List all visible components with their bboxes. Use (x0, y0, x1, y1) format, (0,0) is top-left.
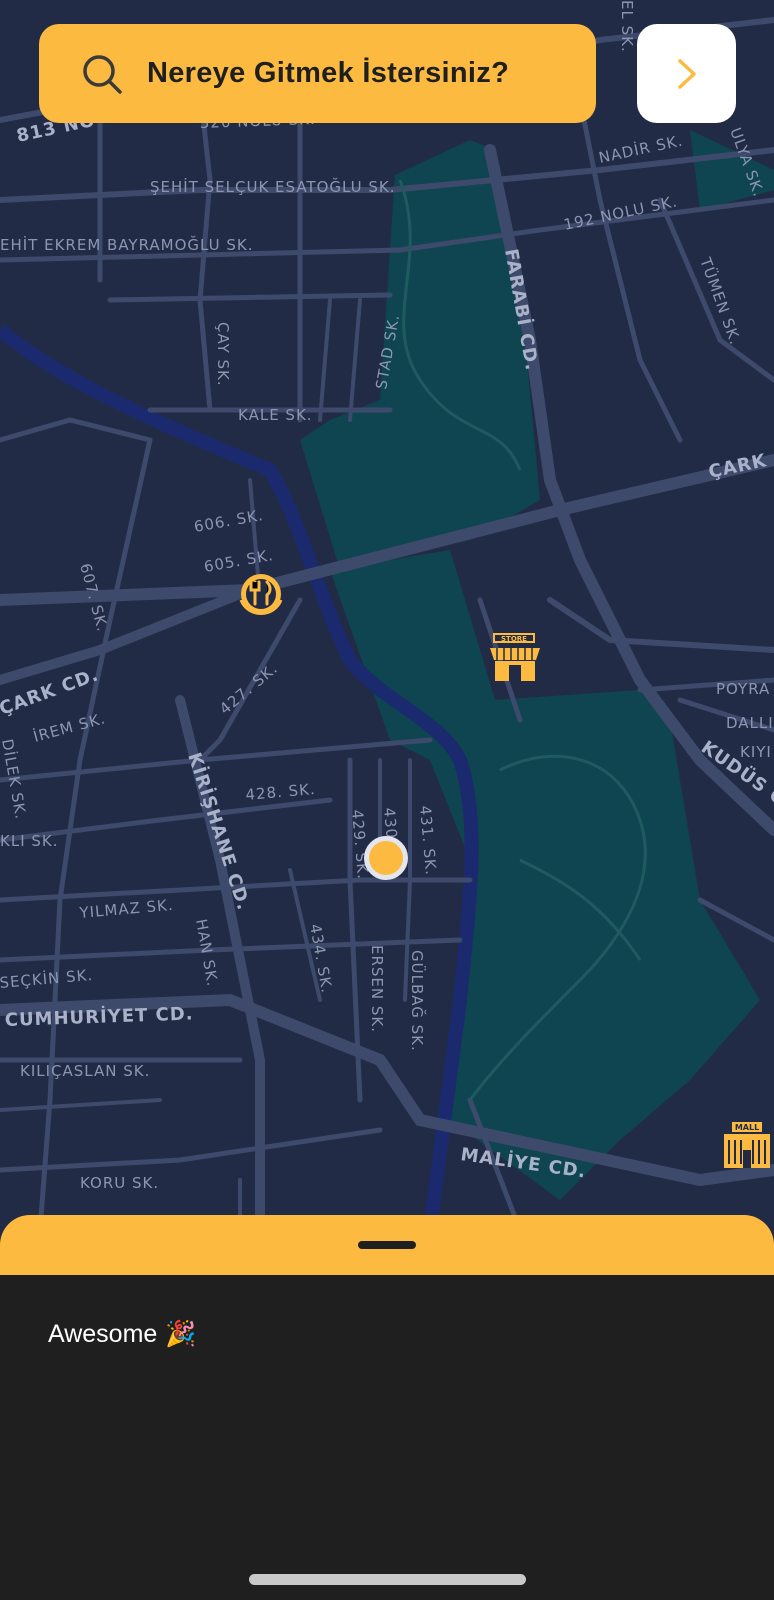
home-indicator[interactable] (249, 1574, 526, 1585)
chevron-right-icon (677, 58, 696, 89)
street-label: KIYI (740, 743, 772, 761)
current-location-marker (364, 836, 408, 880)
street-label: KLI SK. (0, 832, 59, 850)
next-button[interactable] (637, 24, 736, 123)
search-placeholder[interactable]: Nereye Gitmek İstersiniz? (147, 57, 509, 90)
street-label: EL SK. (618, 0, 636, 53)
party-popper-icon: 🎉 (165, 1320, 197, 1348)
street-label: KALE SK. (238, 406, 313, 424)
street-label: POYRA (716, 680, 770, 698)
mall-poi-label: MALL (735, 1123, 759, 1132)
sheet-message-text: Awesome (48, 1320, 158, 1348)
street-label: ŞEHİT SELÇUK ESATOĞLU SK. (150, 177, 396, 196)
search-bar[interactable]: Nereye Gitmek İstersiniz? (39, 24, 596, 123)
street-label: DALLI (726, 714, 774, 732)
store-poi[interactable]: STORE (490, 633, 540, 681)
street-label: ÇAY SK. (214, 322, 232, 387)
street-label: KILIÇASLAN SK. (20, 1062, 150, 1080)
street-label: KORU SK. (80, 1174, 159, 1192)
search-icon (83, 54, 122, 94)
street-label: GÜLBAĞ SK. (408, 950, 427, 1052)
sheet-message: Awesome 🎉 (48, 1320, 196, 1349)
drag-handle[interactable] (358, 1241, 416, 1249)
street-label: ERSEN SK. (368, 945, 386, 1033)
store-poi-label: STORE (501, 635, 527, 643)
map[interactable]: 813 NO 520 NOLU SK. ŞEHİT SELÇUK ESATOĞL… (0, 0, 774, 1230)
restaurant-poi[interactable] (239, 574, 283, 615)
street-label: 430 (380, 807, 401, 840)
street-label: EHİT EKREM BAYRAMOĞLU SK. (0, 235, 254, 254)
